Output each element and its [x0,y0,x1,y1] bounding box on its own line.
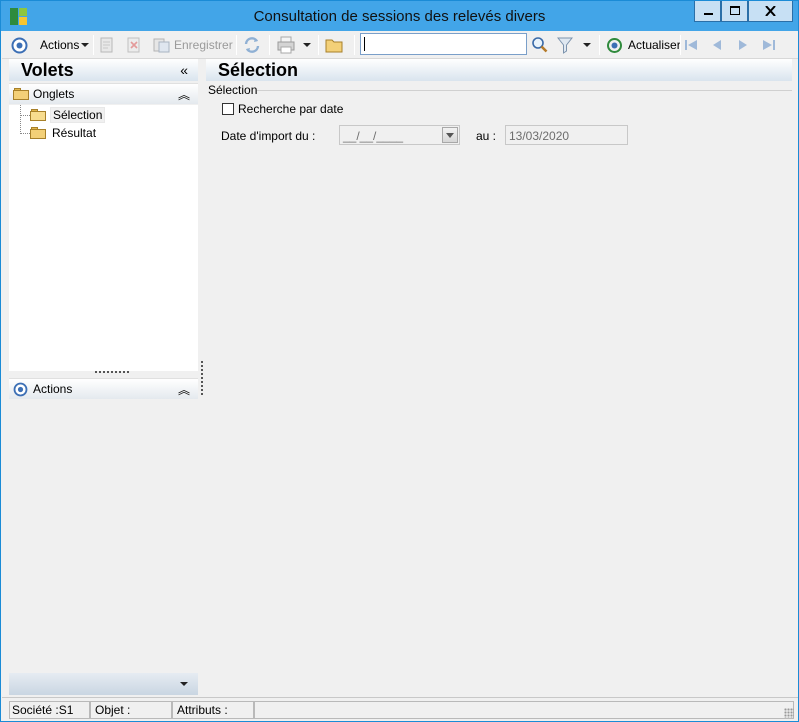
last-record-icon [763,40,775,50]
collapse-section-icon[interactable]: ︽ [178,86,190,103]
tree-item-resultat[interactable]: Résultat [30,125,98,141]
tree-item-label: Résultat [52,126,97,140]
tabs-tree: Sélection Résultat [9,105,198,371]
toolbar-separator [680,35,681,55]
first-record-icon [685,40,697,50]
side-panel-header: Volets « [9,59,198,81]
actions-menu-label: Actions [40,38,80,52]
title-bar[interactable]: Consultation de sessions des relevés div… [1,1,798,31]
filter-button[interactable] [557,35,573,55]
print-dropdown-button[interactable] [303,35,311,55]
actions-icon[interactable] [11,35,28,55]
close-button[interactable] [748,1,793,22]
folder-icon [30,127,46,139]
tree-item-label: Sélection [50,107,106,123]
date-to-value: 13/03/2020 [509,129,570,143]
folder-icon [325,39,343,53]
filter-dropdown-button[interactable] [583,35,591,55]
save-icon [153,38,170,53]
application-window: Consultation de sessions des relevés div… [0,0,799,722]
toolbar-separator [354,35,355,55]
search-button[interactable] [531,35,549,55]
new-document-icon [100,37,113,53]
last-record-button[interactable] [762,35,776,55]
date-from-label: Date d'import du : [221,129,316,143]
date-to-field[interactable]: 13/03/2020 [505,125,628,145]
group-label: Sélection [208,83,258,97]
sync-button[interactable] [243,35,261,55]
actions-icon [13,382,28,400]
refresh-label: Actualiser [628,38,681,52]
collapse-panel-icon[interactable]: « [180,62,188,78]
main-header: Sélection [206,59,792,81]
status-objet: Objet : [90,701,172,719]
maximize-icon [730,6,740,15]
actions-menu-button[interactable]: Actions [40,35,90,55]
chevron-down-icon [583,43,591,47]
refresh-button[interactable]: Actualiser [606,35,681,55]
toolbar-separator [318,35,319,55]
collapse-section-icon[interactable]: ︽ [178,381,190,398]
sync-icon [244,37,260,53]
vertical-splitter[interactable] [201,361,203,395]
minimize-icon [704,13,713,15]
status-attributs: Attributs : [172,701,254,719]
first-record-button[interactable] [684,35,698,55]
search-input[interactable] [360,33,527,55]
tree-item-selection[interactable]: Sélection [30,107,106,123]
status-bar: Société :S1 Objet : Attributs : [2,697,798,721]
status-societe: Société :S1 [9,701,90,719]
panel-splitter[interactable] [95,371,129,373]
date-search-checkbox-label[interactable]: Recherche par date [238,102,343,116]
folder-icon [13,88,29,100]
close-icon [765,6,776,16]
new-button[interactable] [100,35,114,55]
date-from-field[interactable]: __/__/____ [339,125,460,145]
date-to-label: au : [476,129,497,143]
group-divider [257,90,792,91]
date-picker-button[interactable] [442,127,458,143]
toolbar-separator [599,35,600,55]
delete-icon [127,37,140,53]
panel-footer [9,673,198,695]
chevron-down-icon[interactable] [180,682,188,686]
actions-section-header[interactable]: Actions ︽ [9,378,198,399]
tabs-section-header[interactable]: Onglets ︽ [9,83,198,104]
chevron-down-icon [303,43,311,47]
toolbar-separator [93,35,94,55]
side-panel-title: Volets [21,60,74,80]
save-label: Enregistrer [174,38,233,52]
text-cursor [364,37,365,51]
date-from-value: __/__/____ [343,129,404,143]
resize-grip-icon[interactable] [784,708,794,718]
refresh-icon [607,37,622,53]
open-folder-button[interactable] [325,35,343,55]
toolbar-separator [269,35,270,55]
page-title: Sélection [218,60,299,80]
printer-icon [277,36,295,54]
side-panel: Volets « Onglets ︽ Sélection Résultat Ac… [9,59,198,695]
save-button[interactable]: Enregistrer [153,35,233,55]
tabs-section-label: Onglets [33,87,75,101]
print-button[interactable] [276,35,296,55]
open-folder-icon [30,109,46,121]
toolbar-separator [236,35,237,55]
status-spacer [254,701,794,719]
filter-icon [557,37,573,54]
actions-section-label: Actions [33,382,73,396]
delete-button[interactable] [127,35,141,55]
chevron-down-icon [81,43,90,47]
chevron-down-icon [446,133,454,138]
date-search-checkbox[interactable] [222,103,234,115]
previous-record-icon [713,40,721,50]
maximize-button[interactable] [721,1,748,22]
next-record-icon [739,40,747,50]
next-record-button[interactable] [737,35,749,55]
minimize-button[interactable] [694,1,721,22]
previous-record-button[interactable] [711,35,723,55]
search-icon [532,37,548,53]
window-title: Consultation de sessions des relevés div… [253,8,546,25]
